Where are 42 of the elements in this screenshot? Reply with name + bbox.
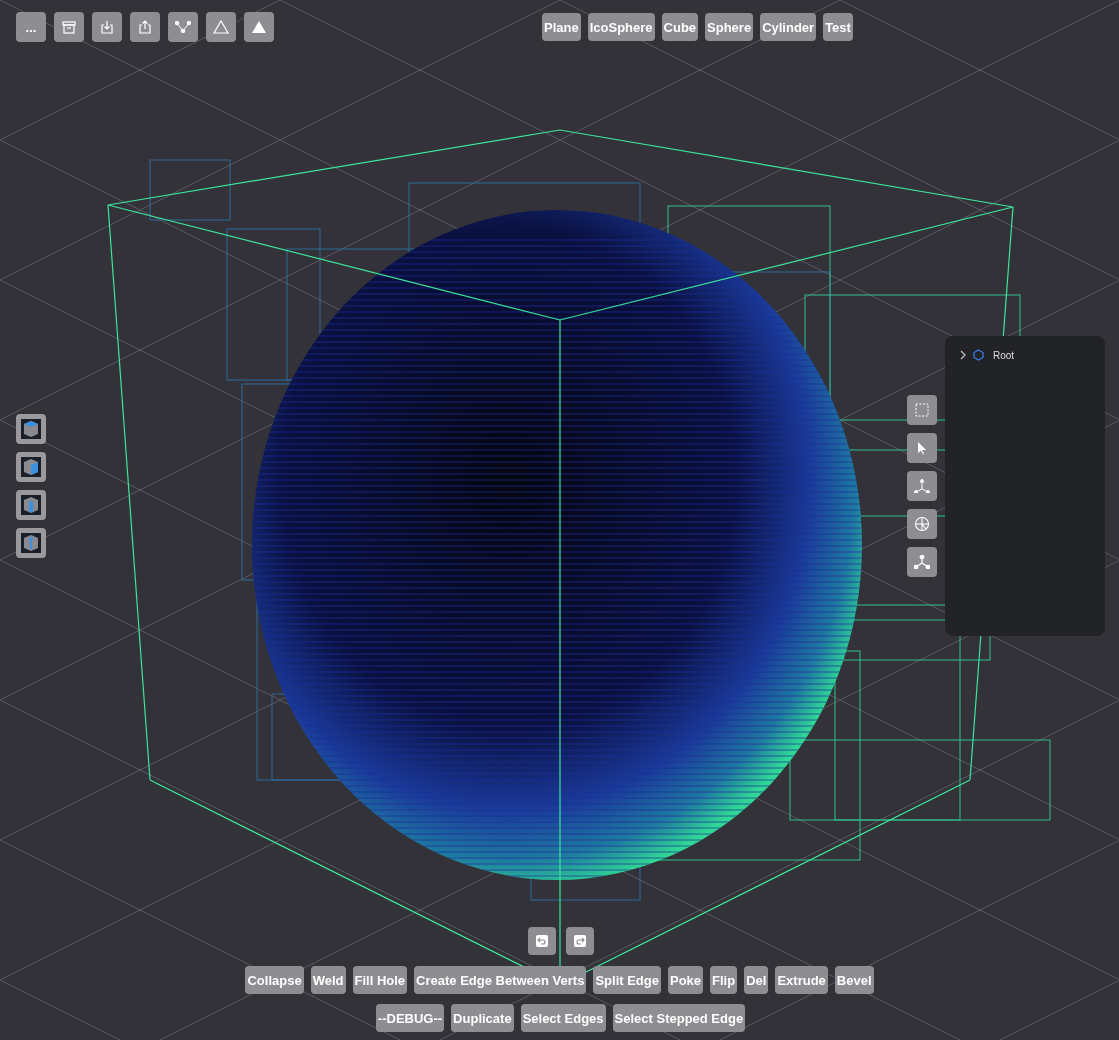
edit-operation-button[interactable]: Weld <box>310 966 346 994</box>
primitive-button[interactable]: Cylinder <box>760 13 817 41</box>
edit-operation-button[interactable]: Poke <box>668 966 704 994</box>
archive-icon[interactable] <box>54 12 84 42</box>
cursor-icon[interactable] <box>907 433 937 463</box>
undo-icon[interactable] <box>528 927 556 955</box>
view-cube-icon[interactable] <box>16 490 46 520</box>
primitive-button[interactable]: Sphere <box>705 13 754 41</box>
move-icon[interactable] <box>907 471 937 501</box>
triangle-outline-icon[interactable] <box>206 12 236 42</box>
edit-operation-button[interactable]: Del <box>744 966 769 994</box>
view-cube-icon[interactable] <box>16 452 46 482</box>
debug-operation-button[interactable]: Select Stepped Edge <box>612 1004 746 1032</box>
edit-operation-button[interactable]: Flip <box>710 966 738 994</box>
primitive-button[interactable]: IcoSphere <box>587 13 655 41</box>
edit-operation-button[interactable]: Extrude <box>775 966 828 994</box>
debug-operation-button[interactable]: Select Edges <box>520 1004 606 1032</box>
tree-item[interactable]: Root <box>959 349 1105 361</box>
vertices-icon[interactable] <box>168 12 198 42</box>
import-icon[interactable] <box>92 12 122 42</box>
tree-item-label: Root <box>993 349 1015 361</box>
edit-operation-button[interactable]: Bevel <box>834 966 874 994</box>
share-icon[interactable] <box>130 12 160 42</box>
redo-icon[interactable] <box>566 927 594 955</box>
chevron-right-icon[interactable] <box>959 350 967 360</box>
view-cube-icon[interactable] <box>16 414 46 444</box>
more-button[interactable]: ... <box>16 12 46 42</box>
primitive-button[interactable]: Cube <box>661 13 699 41</box>
edit-operation-button[interactable]: Collapse <box>245 966 304 994</box>
box-select-icon[interactable] <box>907 395 937 425</box>
primitive-button[interactable]: Test <box>823 13 853 41</box>
edit-operation-button[interactable]: Create Edge Between Verts <box>414 966 587 994</box>
axes-icon[interactable] <box>907 547 937 577</box>
triangle-filled-icon[interactable] <box>244 12 274 42</box>
edit-operation-button[interactable]: Fill Hole <box>352 966 408 994</box>
edit-operation-button[interactable]: Split Edge <box>593 966 661 994</box>
globe-icon[interactable] <box>907 509 937 539</box>
primitive-button[interactable]: Plane <box>542 13 581 41</box>
hexagon-icon <box>973 349 984 361</box>
debug-operation-button[interactable]: --DEBUG-- <box>375 1004 445 1032</box>
debug-operation-button[interactable]: Duplicate <box>451 1004 514 1032</box>
view-cube-icon[interactable] <box>16 528 46 558</box>
